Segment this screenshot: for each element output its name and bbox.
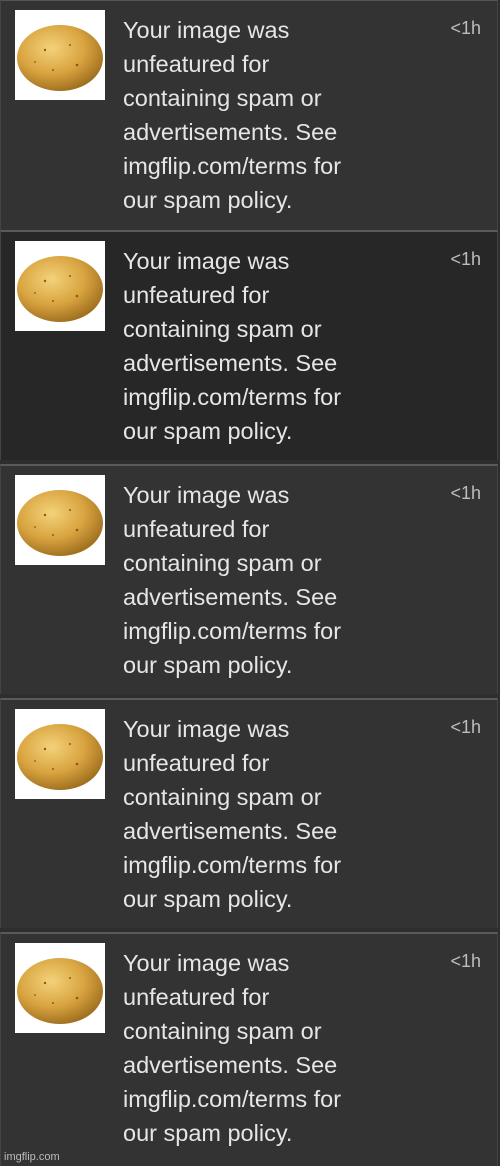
notification-item[interactable]: Your image was unfeatured for containing… xyxy=(0,698,498,928)
notification-time: <1h xyxy=(450,951,481,971)
notification-message: Your image was unfeatured for containing… xyxy=(123,482,342,678)
notification-item[interactable]: Your image was unfeatured for containing… xyxy=(0,464,498,694)
potato-avatar-icon xyxy=(15,10,105,100)
notification-message: Your image was unfeatured for containing… xyxy=(123,248,342,444)
notification-message: Your image was unfeatured for containing… xyxy=(123,950,342,1146)
imgflip-watermark: imgflip.com xyxy=(4,1151,60,1163)
potato-avatar-icon xyxy=(15,241,105,331)
notification-message: Your image was unfeatured for containing… xyxy=(123,716,342,912)
potato-avatar-icon xyxy=(15,709,105,799)
notification-item[interactable]: Your image was unfeatured for containing… xyxy=(0,932,498,1166)
notification-list: Your image was unfeatured for containing… xyxy=(0,0,500,1166)
notification-message: Your image was unfeatured for containing… xyxy=(123,17,342,213)
potato-avatar-icon xyxy=(15,943,105,1033)
notification-time: <1h xyxy=(450,483,481,503)
notification-time: <1h xyxy=(450,249,481,269)
notification-time: <1h xyxy=(450,18,481,38)
notification-time: <1h xyxy=(450,717,481,737)
potato-avatar-icon xyxy=(15,475,105,565)
notification-item[interactable]: Your image was unfeatured for containing… xyxy=(0,230,498,460)
notification-item[interactable]: Your image was unfeatured for containing… xyxy=(0,0,498,230)
